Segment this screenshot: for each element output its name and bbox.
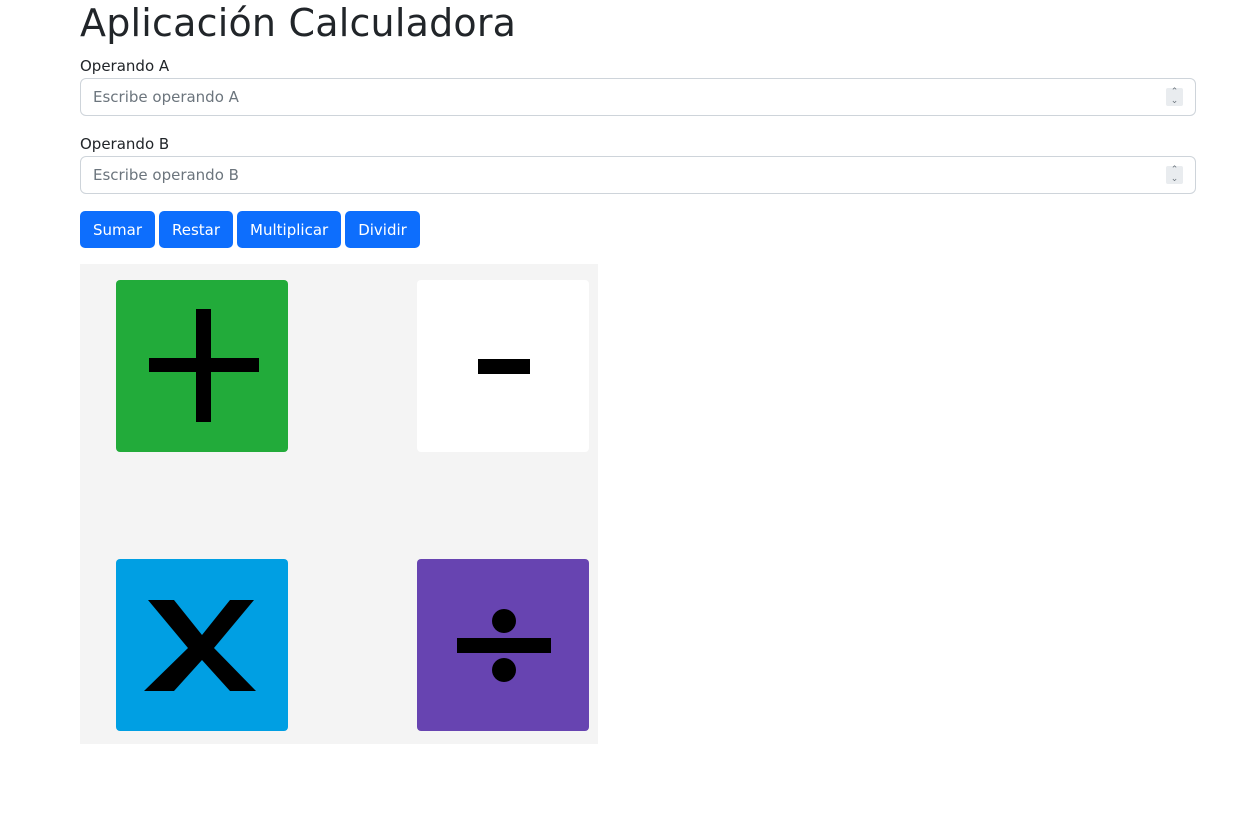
operand-b-input[interactable] [80,156,1196,194]
subtract-button[interactable]: Restar [159,211,234,248]
operand-b-wrapper: ⌃ ⌄ [80,156,1196,194]
divide-button[interactable]: Dividir [345,211,420,248]
divide-tile[interactable] [417,559,589,731]
divide-icon [417,559,589,731]
operand-b-spinner[interactable]: ⌃ ⌄ [1166,166,1183,184]
sum-button[interactable]: Sumar [80,211,155,248]
plus-icon [116,280,288,452]
minus-icon [417,280,589,452]
operand-a-group: Operando A ⌃ ⌄ [80,56,1196,116]
subtract-tile[interactable] [417,280,589,452]
operand-a-wrapper: ⌃ ⌄ [80,78,1196,116]
multiply-button[interactable]: Multiplicar [237,211,342,248]
multiply-tile[interactable] [116,559,288,731]
sum-tile[interactable] [116,280,288,452]
spin-down-icon[interactable]: ⌄ [1166,175,1183,184]
operand-a-input[interactable] [80,78,1196,116]
multiply-icon [116,559,288,731]
operand-b-group: Operando B ⌃ ⌄ [80,134,1196,194]
operations-panel [80,264,598,744]
operand-b-label: Operando B [80,135,170,153]
spin-down-icon[interactable]: ⌄ [1166,97,1183,106]
calculator-app: Aplicación Calculadora Operando A ⌃ ⌄ Op… [80,0,1196,248]
operation-buttons: Sumar Restar Multiplicar Dividir [80,211,1196,248]
operand-a-label: Operando A [80,57,170,75]
page-title: Aplicación Calculadora [80,1,517,45]
operand-a-spinner[interactable]: ⌃ ⌄ [1166,88,1183,106]
